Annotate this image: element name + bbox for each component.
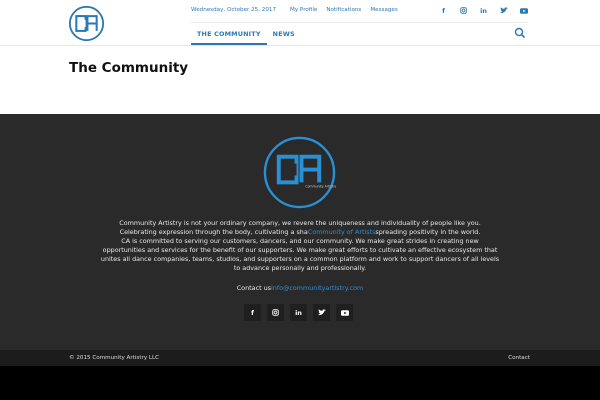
contact-link[interactable]: Contact	[508, 355, 530, 361]
top-bar: Wednesday, October 25, 2017 My Profile N…	[191, 7, 407, 13]
twitter-icon[interactable]	[313, 304, 330, 321]
header-social-links: f in	[439, 6, 528, 15]
facebook-icon[interactable]: f	[244, 304, 261, 321]
copyright-text: © 2015 Community Artistry LLC	[69, 355, 160, 361]
about-line-2: Celebrating expression through the body,…	[119, 228, 481, 237]
about-line-3: CA is committed to serving our customers…	[100, 237, 500, 273]
nav-the-community[interactable]: THE COMMUNITY	[191, 23, 267, 45]
instagram-icon[interactable]	[267, 304, 284, 321]
youtube-icon[interactable]	[519, 6, 528, 15]
bottom-bar: © 2015 Community Artistry LLC Contact	[0, 350, 600, 366]
instagram-icon[interactable]	[459, 6, 468, 15]
my-profile-link[interactable]: My Profile	[290, 7, 317, 13]
current-date: Wednesday, October 25, 2017	[191, 7, 277, 13]
main-nav: THE COMMUNITY NEWS	[191, 23, 301, 45]
contact-email-link[interactable]: info@communityartistry.com	[271, 284, 363, 292]
linkedin-icon[interactable]: in	[479, 6, 488, 15]
nav-news[interactable]: NEWS	[267, 23, 301, 45]
search-icon[interactable]	[514, 27, 526, 39]
youtube-icon[interactable]	[336, 304, 353, 321]
notifications-link[interactable]: Notifications	[326, 7, 361, 13]
page-bottom-area	[0, 366, 600, 400]
twitter-icon[interactable]	[499, 6, 508, 15]
about-text: Community Artistry is not your ordinary …	[100, 219, 500, 274]
about-line-1: Community Artistry is not your ordinary …	[119, 219, 481, 227]
contact-label: Contact us	[236, 284, 271, 292]
community-of-artists-link[interactable]: Community of Artists	[308, 228, 376, 236]
site-header: Wednesday, October 25, 2017 My Profile N…	[0, 0, 600, 46]
site-logo[interactable]	[68, 5, 105, 42]
linkedin-icon[interactable]: in	[290, 304, 307, 321]
messages-link[interactable]: Messages	[370, 7, 397, 13]
site-footer: Community Artistry Community Artistry is…	[0, 114, 600, 350]
footer-social-links: f in	[244, 304, 353, 321]
facebook-icon[interactable]: f	[439, 6, 448, 15]
footer-logo[interactable]: Community Artistry	[262, 135, 337, 210]
footer-logo-subtitle: Community Artistry	[305, 184, 336, 188]
contact-line: Contact usinfo@communityartistry.com	[0, 284, 600, 292]
page-title: The Community	[69, 60, 189, 76]
